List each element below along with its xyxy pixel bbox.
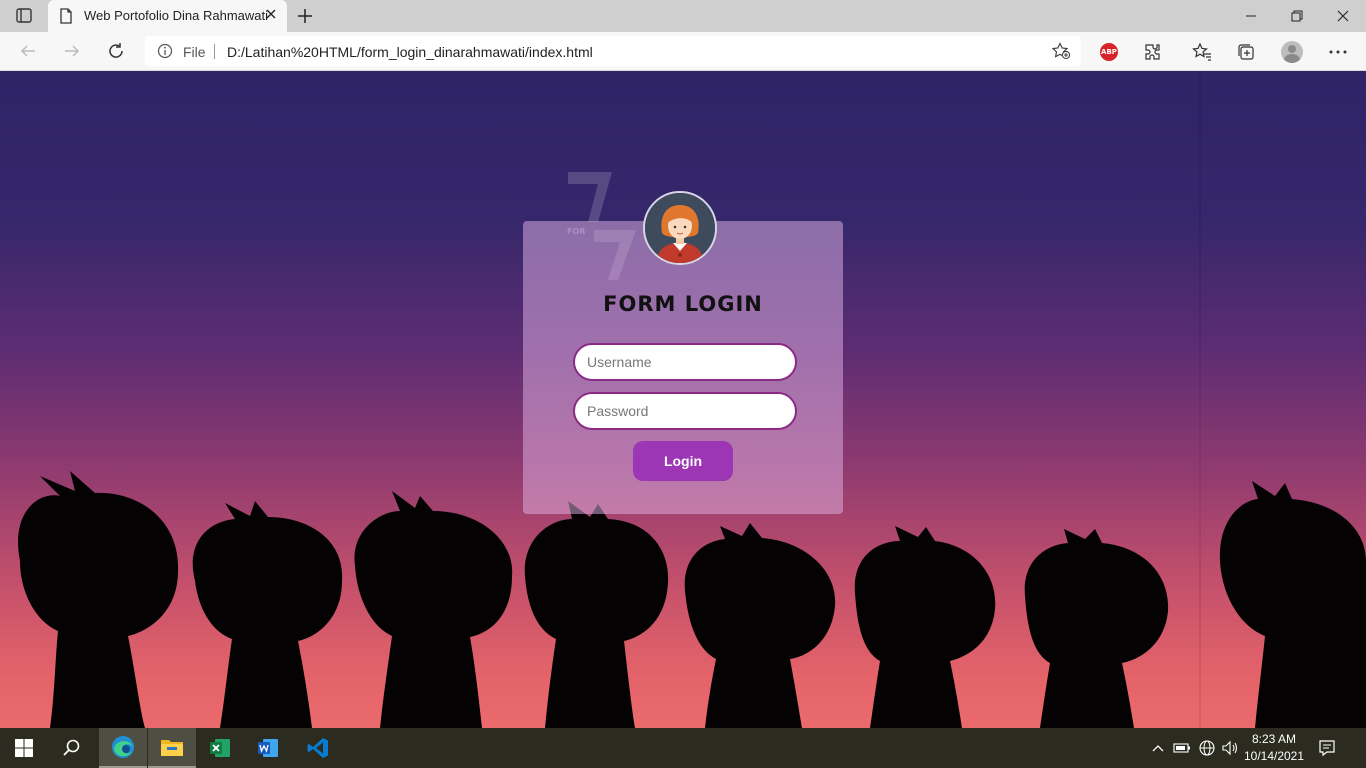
add-favorite-icon[interactable] (1051, 42, 1071, 65)
user-avatar (643, 191, 717, 265)
show-hidden-icons-icon[interactable] (1148, 738, 1168, 758)
minimize-icon[interactable] (1228, 0, 1274, 32)
network-icon[interactable] (1197, 738, 1217, 758)
word-icon[interactable] (244, 728, 292, 768)
adblock-badge: ABP (1100, 43, 1118, 61)
excel-icon[interactable] (196, 728, 244, 768)
extensions-icon[interactable] (1141, 40, 1165, 64)
start-icon[interactable] (0, 728, 48, 768)
search-icon[interactable] (48, 728, 96, 768)
more-options-icon[interactable] (1326, 40, 1350, 64)
profile-icon (1281, 41, 1303, 63)
new-tab-icon[interactable] (295, 6, 315, 26)
page-viewport: FOR FORM LOGIN Login (0, 71, 1366, 728)
adblock-icon[interactable]: ABP (1097, 40, 1121, 64)
battery-icon[interactable] (1172, 738, 1192, 758)
clock[interactable]: 8:23 AM 10/14/2021 (1240, 731, 1308, 765)
refresh-icon[interactable] (105, 40, 127, 62)
volume-icon[interactable] (1220, 738, 1240, 758)
edge-icon[interactable] (99, 728, 147, 768)
collections-icon[interactable] (1234, 40, 1258, 64)
password-input[interactable] (573, 392, 797, 430)
login-button[interactable]: Login (633, 441, 733, 481)
login-card: FORM LOGIN Login (523, 221, 843, 514)
address-url[interactable]: D:/Latihan%20HTML/form_login_dinarahmawa… (227, 44, 593, 60)
username-input[interactable] (573, 343, 797, 381)
clock-date: 10/14/2021 (1243, 749, 1305, 763)
page-icon (59, 8, 73, 29)
tab-actions-icon[interactable] (10, 7, 38, 25)
close-tab-icon[interactable] (263, 6, 279, 22)
clock-time: 8:23 AM (1251, 732, 1297, 746)
forward-icon[interactable] (61, 40, 83, 62)
tab-title: Web Portofolio Dina Rahmawati (84, 8, 269, 23)
form-title: FORM LOGIN (603, 292, 763, 316)
browser-toolbar: File D:/Latihan%20HTML/form_login_dinara… (0, 32, 1366, 71)
vscode-icon[interactable] (294, 728, 342, 768)
info-icon[interactable] (157, 43, 173, 64)
favorites-icon[interactable] (1190, 40, 1214, 64)
profile-avatar[interactable] (1280, 40, 1304, 64)
woman-avatar-icon (645, 193, 715, 263)
tab-strip: Web Portofolio Dina Rahmawati (0, 0, 1366, 32)
address-scheme: File (183, 44, 206, 60)
address-divider (214, 44, 215, 59)
file-explorer-icon[interactable] (148, 728, 196, 768)
address-bar[interactable]: File D:/Latihan%20HTML/form_login_dinara… (145, 36, 1081, 66)
browser-tab[interactable]: Web Portofolio Dina Rahmawati (48, 0, 287, 32)
restore-icon[interactable] (1274, 0, 1320, 32)
taskbar: 8:23 AM 10/14/2021 (0, 728, 1366, 768)
close-window-icon[interactable] (1320, 0, 1366, 32)
notifications-icon[interactable] (1317, 738, 1337, 758)
back-icon[interactable] (17, 40, 39, 62)
